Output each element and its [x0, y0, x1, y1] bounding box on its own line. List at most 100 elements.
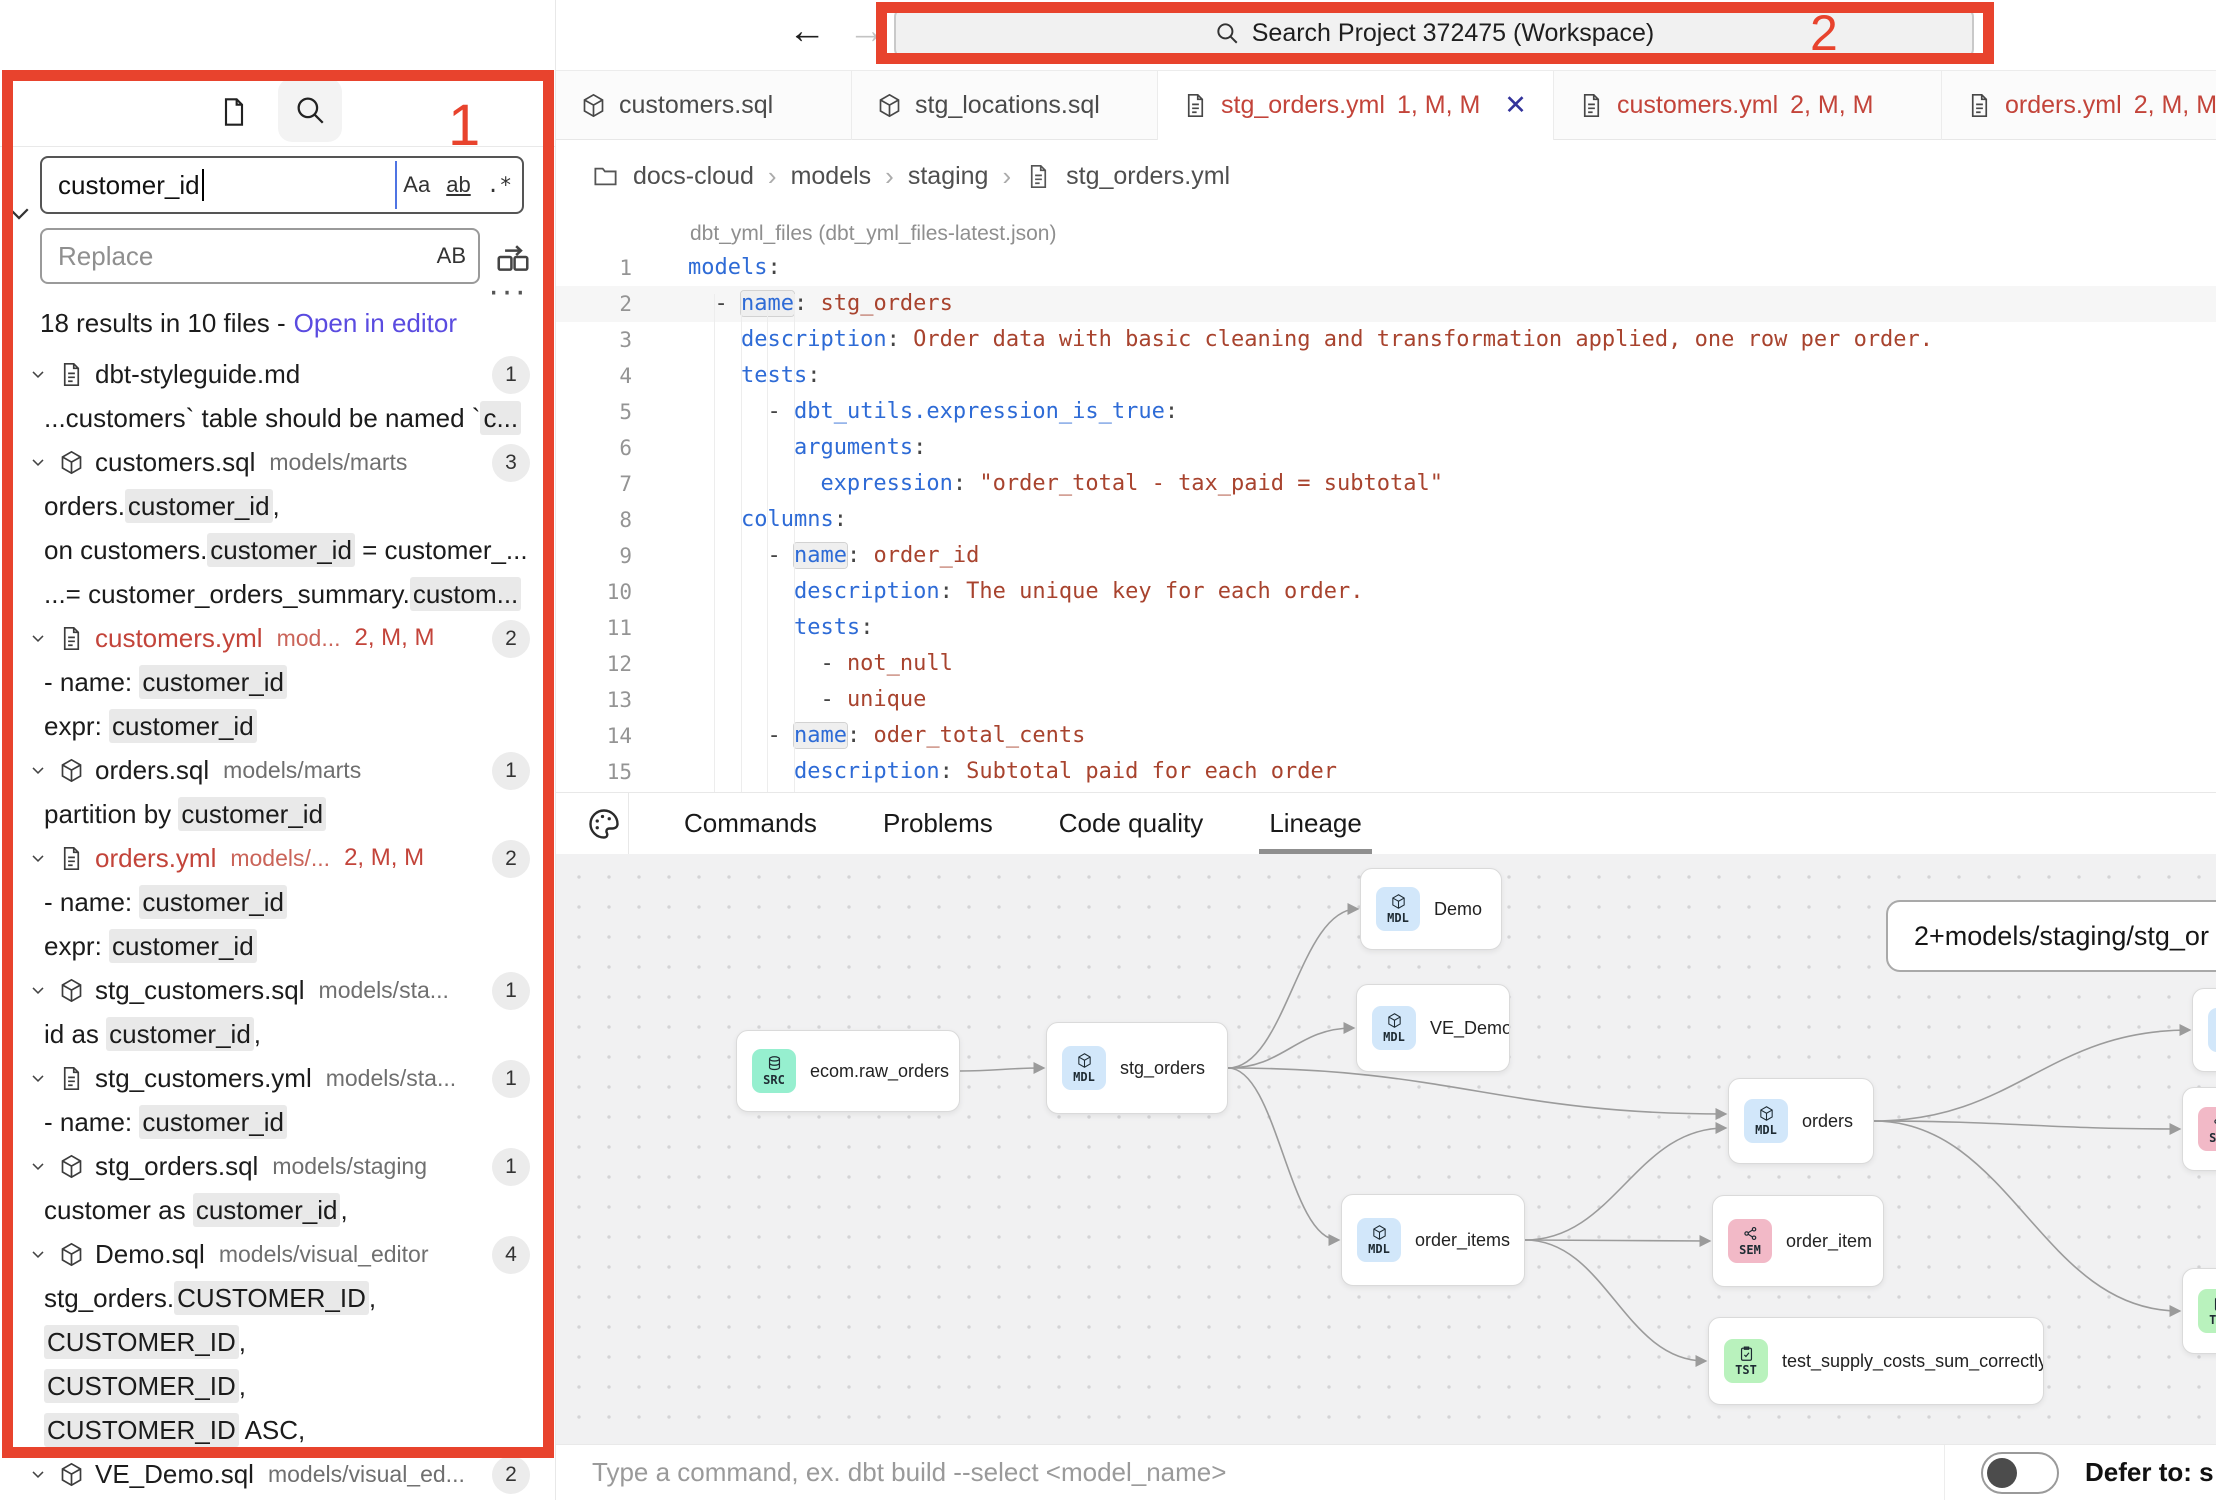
lineage-node-test_supply_costs_sum_correctly[interactable]: TSTtest_supply_costs_sum_correctly	[1708, 1317, 2044, 1405]
code-text: models:	[688, 250, 781, 286]
code-token: description	[794, 759, 940, 784]
search-result-match[interactable]: ...customers` table should be named `c..…	[0, 396, 556, 440]
back-button[interactable]: ←	[788, 10, 826, 53]
panel-tab-lineage[interactable]: Lineage	[1269, 808, 1362, 839]
badge-label: MDL	[1387, 911, 1409, 925]
code-token: :	[847, 723, 860, 748]
panel-tab-problems[interactable]: Problems	[883, 808, 993, 839]
toggle-replace-chevron-icon[interactable]	[4, 198, 34, 228]
breadcrumb-file[interactable]: stg_orders.yml	[1066, 162, 1230, 191]
search-result-match[interactable]: id as customer_id,	[0, 1012, 556, 1056]
command-input[interactable]: Type a command, ex. dbt build --select <…	[592, 1445, 1226, 1500]
model-icon	[58, 449, 85, 476]
tab-label: customers.sql	[619, 91, 773, 120]
search-result-match[interactable]: orders.customer_id,	[0, 484, 556, 528]
code-text: - name: order_id	[688, 538, 979, 574]
search-result-match[interactable]: - name: customer_id	[0, 880, 556, 924]
code-line: 9- name: order_id	[556, 538, 2216, 574]
replace-placeholder: Replace	[42, 241, 153, 272]
lineage-node-order_item[interactable]: SEMorder_item	[1712, 1195, 1884, 1287]
badge-label: SEM	[2209, 1131, 2216, 1145]
code-line: 1models:	[556, 250, 2216, 286]
editor-tab-stg_locations.sql[interactable]: stg_locations.sql	[852, 71, 1158, 140]
tab-status: 2, M, M	[1790, 91, 1873, 120]
search-result-file-row[interactable]: customers.ymlmod...2, M, M2	[0, 616, 556, 660]
search-result-match[interactable]: partition by customer_id	[0, 792, 556, 836]
lineage-node-orders[interactable]: MDL orders	[1728, 1078, 1874, 1164]
lineage-node-p2[interactable]: SEM	[2182, 1087, 2216, 1171]
line-number: 14	[556, 718, 632, 754]
lineage-node-order_items[interactable]: MDLorder_items	[1341, 1194, 1525, 1286]
breadcrumb-item[interactable]: docs-cloud	[633, 162, 754, 191]
forward-button[interactable]: →	[848, 10, 886, 53]
search-panel-button[interactable]	[278, 78, 342, 142]
lineage-selector-box[interactable]: 2+models/staging/stg_or	[1886, 900, 2216, 972]
lineage-node-Demo[interactable]: MDLDemo	[1360, 868, 1502, 950]
search-result-file-row[interactable]: stg_orders.sqlmodels/staging1	[0, 1144, 556, 1188]
search-result-file-row[interactable]: stg_customers.sqlmodels/sta...1	[0, 968, 556, 1012]
search-result-file-row[interactable]: VE_Demo.sqlmodels/visual_ed...2	[0, 1452, 556, 1496]
code-token: dbt_utils.expression_is_true	[794, 399, 1165, 424]
search-result-match[interactable]: expr: customer_id	[0, 924, 556, 968]
regex-button[interactable]: .*	[487, 173, 512, 197]
lineage-node-p3[interactable]: TST	[2182, 1268, 2216, 1354]
code-token: arguments	[794, 435, 913, 460]
search-result-file-row[interactable]: customers.sqlmodels/marts3	[0, 440, 556, 484]
search-result-match[interactable]: CUSTOMER_ID,	[0, 1364, 556, 1408]
defer-toggle[interactable]	[1981, 1452, 2059, 1494]
search-result-match[interactable]: CUSTOMER_ID ASC,	[0, 1408, 556, 1452]
replace-input[interactable]: Replace AB	[40, 228, 480, 284]
project-search-bar[interactable]: Search Project 372475 (Workspace)	[894, 7, 1974, 59]
code-line: 3description: Order data with basic clea…	[556, 322, 2216, 358]
new-file-button[interactable]	[206, 84, 262, 140]
search-result-match[interactable]: expr: customer_id	[0, 704, 556, 748]
code-text: arguments:	[688, 430, 926, 466]
search-result-match[interactable]: CUSTOMER_ID,	[0, 1320, 556, 1364]
palette-icon[interactable]	[586, 806, 622, 842]
replace-all-icon[interactable]	[494, 238, 532, 276]
search-result-match[interactable]: ...= customer_orders_summary.custom...	[0, 572, 556, 616]
editor-tab-orders.yml[interactable]: orders.yml2, M, M	[1942, 71, 2216, 140]
search-result-match[interactable]: - name: customer_id	[0, 660, 556, 704]
node-label: orders	[1802, 1111, 1853, 1132]
editor-tab-stg_orders.yml[interactable]: stg_orders.yml1, M, M✕	[1158, 71, 1554, 140]
badge-label: MDL	[1383, 1030, 1405, 1044]
search-result-file-row[interactable]: orders.ymlmodels/...2, M, M2	[0, 836, 556, 880]
editor-tab-customers.yml[interactable]: customers.yml2, M, M	[1554, 71, 1942, 140]
search-result-match[interactable]: stg_orders.CUSTOMER_ID,	[0, 1276, 556, 1320]
code-token: :	[807, 363, 820, 388]
chevron-down-icon	[28, 848, 48, 868]
line-number: 6	[556, 430, 632, 466]
whole-word-button[interactable]: ab	[446, 172, 470, 198]
lineage-edge-orders-p3	[1874, 1121, 2179, 1311]
preserve-case-button[interactable]: AB	[437, 243, 466, 269]
lineage-node-p1[interactable]: MDL	[2192, 988, 2216, 1072]
badge-mdl-icon: MDL	[1744, 1099, 1788, 1143]
search-result-match[interactable]: - name: customer_id	[0, 1100, 556, 1144]
code-editor[interactable]: dbt_yml_files (dbt_yml_files-latest.json…	[556, 212, 2216, 792]
lineage-node-stg_orders[interactable]: MDLstg_orders	[1046, 1022, 1228, 1114]
search-result-file-row[interactable]: orders.sqlmodels/marts1	[0, 748, 556, 792]
panel-tab-code-quality[interactable]: Code quality	[1059, 808, 1204, 839]
editor-tab-customers.sql[interactable]: customers.sql	[556, 71, 852, 140]
search-result-file-row[interactable]: dbt-styleguide.md1	[0, 352, 556, 396]
match-case-button[interactable]: Aa	[403, 172, 430, 198]
search-result-file-row[interactable]: stg_customers.ymlmodels/sta...1	[0, 1056, 556, 1100]
code-token: name	[794, 543, 847, 568]
lineage-canvas[interactable]: 2+models/staging/stg_or SRCecom.raw_orde…	[556, 854, 2216, 1444]
lineage-node-ecom.raw_orders[interactable]: SRCecom.raw_orders	[736, 1030, 960, 1112]
search-result-match[interactable]: on customers.customer_id = customer_...	[0, 528, 556, 572]
find-input[interactable]: customer_id Aa ab .*	[40, 156, 524, 214]
breadcrumb-item[interactable]: models	[791, 162, 872, 191]
close-icon[interactable]: ✕	[1504, 90, 1527, 121]
search-result-match[interactable]: customer as customer_id,	[0, 1188, 556, 1232]
code-token: :	[953, 471, 966, 496]
more-options-button[interactable]: ···	[488, 272, 528, 311]
code-line: 2- name: stg_orders	[556, 286, 2216, 322]
panel-tab-commands[interactable]: Commands	[684, 808, 817, 839]
search-result-file-row[interactable]: Demo.sqlmodels/visual_editor4	[0, 1232, 556, 1276]
badge-mdl-icon: MDL	[1062, 1046, 1106, 1090]
lineage-node-VE_Demo[interactable]: MDLVE_Demo	[1356, 984, 1510, 1072]
breadcrumb-item[interactable]: staging	[908, 162, 989, 191]
open-in-editor-link[interactable]: Open in editor	[294, 308, 457, 338]
